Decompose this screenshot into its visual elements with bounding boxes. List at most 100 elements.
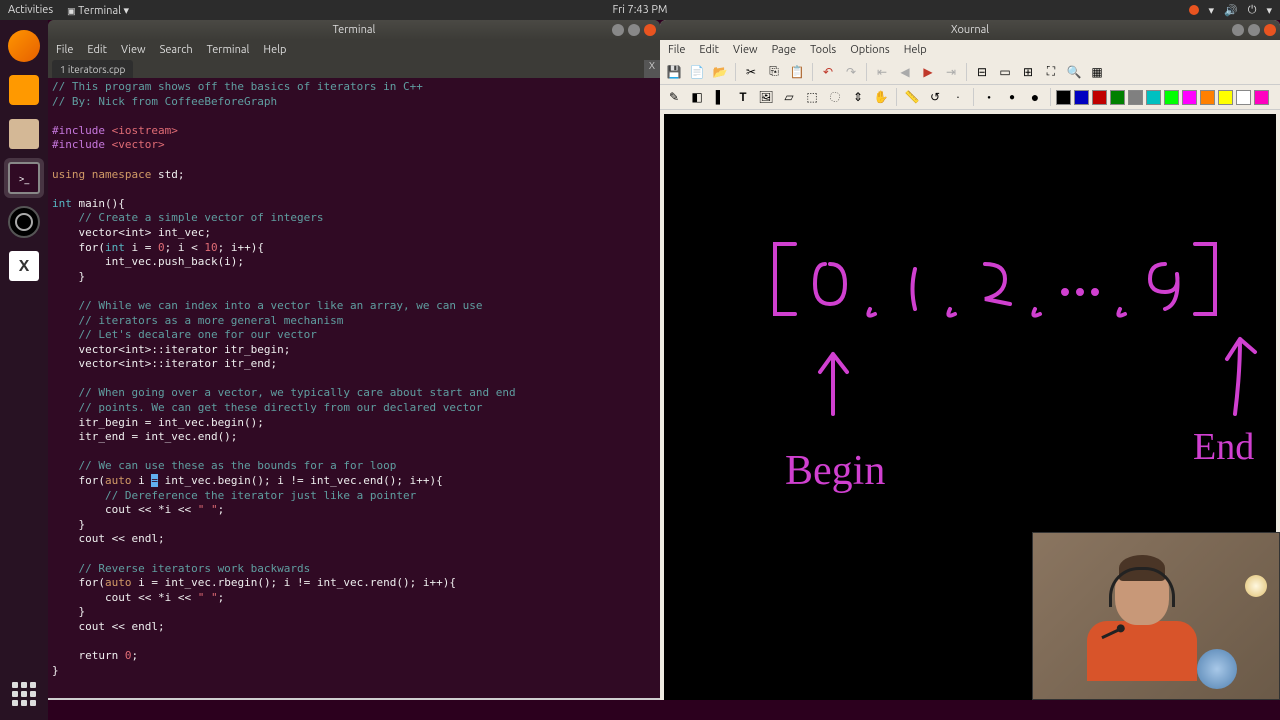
default-icon[interactable]: ↺ bbox=[925, 87, 945, 107]
terminal-title: Terminal bbox=[333, 24, 376, 36]
menu-search[interactable]: Search bbox=[160, 44, 193, 56]
menu-file[interactable]: File bbox=[668, 44, 685, 56]
maximize-button[interactable] bbox=[1248, 24, 1260, 36]
color-cyan[interactable] bbox=[1146, 90, 1161, 105]
close-button[interactable] bbox=[1264, 24, 1276, 36]
menu-page[interactable]: Page bbox=[772, 44, 797, 56]
next-page-icon[interactable]: ▶ bbox=[918, 62, 938, 82]
vim-editor[interactable]: // This program shows off the basics of … bbox=[48, 78, 660, 698]
select-rect-icon[interactable]: ⬚ bbox=[802, 87, 822, 107]
menu-file[interactable]: File bbox=[56, 44, 73, 56]
menu-help[interactable]: Help bbox=[904, 44, 927, 56]
app-menu[interactable]: ▣ Terminal ▾ bbox=[67, 4, 129, 17]
color-white[interactable] bbox=[1236, 90, 1251, 105]
dock-amazon[interactable] bbox=[4, 70, 44, 110]
pen-icon[interactable]: ✎ bbox=[664, 87, 684, 107]
status-recording-icon[interactable] bbox=[1189, 5, 1199, 15]
fine-icon[interactable]: ● bbox=[979, 87, 999, 107]
color-pink[interactable] bbox=[1254, 90, 1269, 105]
vim-tab[interactable]: 1 iterators.cpp bbox=[52, 60, 133, 78]
minimize-button[interactable] bbox=[612, 24, 624, 36]
webcam-overlay bbox=[1032, 532, 1280, 700]
image-icon[interactable]: 🖼 bbox=[756, 87, 776, 107]
xournal-titlebar[interactable]: Xournal bbox=[660, 20, 1280, 40]
dock-files[interactable] bbox=[4, 114, 44, 154]
volume-icon[interactable]: 🔊 bbox=[1224, 4, 1238, 17]
zoom-in-icon[interactable]: ⊞ bbox=[1018, 62, 1038, 82]
vim-branch: master bbox=[100, 700, 160, 701]
last-page-icon[interactable]: ⇥ bbox=[941, 62, 961, 82]
highlighter-icon[interactable]: ▌ bbox=[710, 87, 730, 107]
open-icon[interactable]: 📂 bbox=[710, 62, 730, 82]
thin-icon[interactable]: · bbox=[948, 87, 968, 107]
menu-edit[interactable]: Edit bbox=[699, 44, 719, 56]
network-icon[interactable]: ▾ bbox=[1209, 4, 1215, 17]
shapes-icon[interactable]: ▱ bbox=[779, 87, 799, 107]
select-region-icon[interactable]: ◌ bbox=[825, 87, 845, 107]
terminal-window: Terminal File Edit View Search Terminal … bbox=[48, 20, 660, 700]
text-icon[interactable]: T bbox=[733, 87, 753, 107]
hand-icon[interactable]: ✋ bbox=[871, 87, 891, 107]
paste-icon[interactable]: 📋 bbox=[787, 62, 807, 82]
vim-percent: 68% bbox=[571, 700, 611, 701]
dock: >_ X bbox=[0, 20, 48, 720]
dock-obs[interactable] bbox=[4, 202, 44, 242]
vim-filename: iterators.cpp bbox=[160, 700, 266, 701]
fullscreen-icon[interactable]: ⛶ bbox=[1041, 62, 1061, 82]
zoom-icon[interactable]: 🔍 bbox=[1064, 62, 1084, 82]
color-red[interactable] bbox=[1092, 90, 1107, 105]
menu-view[interactable]: View bbox=[733, 44, 758, 56]
show-applications-icon[interactable] bbox=[4, 674, 44, 714]
page-width-icon[interactable]: ▦ bbox=[1087, 62, 1107, 82]
menu-tools[interactable]: Tools bbox=[810, 44, 836, 56]
dock-firefox[interactable] bbox=[4, 26, 44, 66]
xournal-toolbar-tools: ✎ ◧ ▌ T 🖼 ▱ ⬚ ◌ ⇕ ✋ 📏 ↺ · ● ● ● bbox=[660, 85, 1280, 110]
dock-terminal[interactable]: >_ bbox=[4, 158, 44, 198]
color-magenta[interactable] bbox=[1182, 90, 1197, 105]
xournal-toolbar-main: 💾 📄 📂 ✂ ⎘ 📋 ↶ ↷ ⇤ ◀ ▶ ⇥ ⊟ ▭ ⊞ ⛶ 🔍 ▦ bbox=[660, 60, 1280, 85]
activities-button[interactable]: Activities bbox=[8, 4, 53, 17]
first-page-icon[interactable]: ⇤ bbox=[872, 62, 892, 82]
vim-tab-close-icon[interactable]: X bbox=[644, 60, 660, 78]
color-yellow[interactable] bbox=[1218, 90, 1233, 105]
medium-icon[interactable]: ● bbox=[1002, 87, 1022, 107]
power-icon[interactable]: ⏻ bbox=[1248, 4, 1257, 17]
zoom-fit-icon[interactable]: ▭ bbox=[995, 62, 1015, 82]
zoom-out-icon[interactable]: ⊟ bbox=[972, 62, 992, 82]
vim-mode: NORMAL bbox=[48, 700, 100, 701]
vim-cursor: = bbox=[151, 474, 158, 487]
redo-icon[interactable]: ↷ bbox=[841, 62, 861, 82]
close-button[interactable] bbox=[644, 24, 656, 36]
menu-terminal[interactable]: Terminal bbox=[207, 44, 250, 56]
save-icon[interactable]: 💾 bbox=[664, 62, 684, 82]
menu-edit[interactable]: Edit bbox=[87, 44, 107, 56]
color-blue[interactable] bbox=[1074, 90, 1089, 105]
menu-help[interactable]: Help bbox=[263, 44, 286, 56]
maximize-button[interactable] bbox=[628, 24, 640, 36]
color-black[interactable] bbox=[1056, 90, 1071, 105]
ruler-icon[interactable]: 📏 bbox=[902, 87, 922, 107]
dock-xournal[interactable]: X bbox=[4, 246, 44, 286]
terminal-menubar: File Edit View Search Terminal Help bbox=[48, 40, 660, 60]
color-gray[interactable] bbox=[1128, 90, 1143, 105]
undo-icon[interactable]: ↶ bbox=[818, 62, 838, 82]
new-icon[interactable]: 📄 bbox=[687, 62, 707, 82]
color-orange[interactable] bbox=[1200, 90, 1215, 105]
vim-statusline: NORMAL master iterators.cpp 68% 28:15 bbox=[48, 698, 660, 700]
system-menu-chevron-icon[interactable]: ▾ bbox=[1266, 4, 1272, 17]
minimize-button[interactable] bbox=[1232, 24, 1244, 36]
copy-icon[interactable]: ⎘ bbox=[764, 62, 784, 82]
vertical-space-icon[interactable]: ⇕ bbox=[848, 87, 868, 107]
svg-text:End: End bbox=[1193, 426, 1254, 468]
svg-text:Begin: Begin bbox=[785, 448, 885, 494]
terminal-titlebar[interactable]: Terminal bbox=[48, 20, 660, 40]
clock[interactable]: Fri 7:43 PM bbox=[613, 4, 668, 16]
color-green[interactable] bbox=[1110, 90, 1125, 105]
prev-page-icon[interactable]: ◀ bbox=[895, 62, 915, 82]
cut-icon[interactable]: ✂ bbox=[741, 62, 761, 82]
menu-options[interactable]: Options bbox=[850, 44, 889, 56]
menu-view[interactable]: View bbox=[121, 44, 146, 56]
eraser-icon[interactable]: ◧ bbox=[687, 87, 707, 107]
color-lime[interactable] bbox=[1164, 90, 1179, 105]
thick-icon[interactable]: ● bbox=[1025, 87, 1045, 107]
